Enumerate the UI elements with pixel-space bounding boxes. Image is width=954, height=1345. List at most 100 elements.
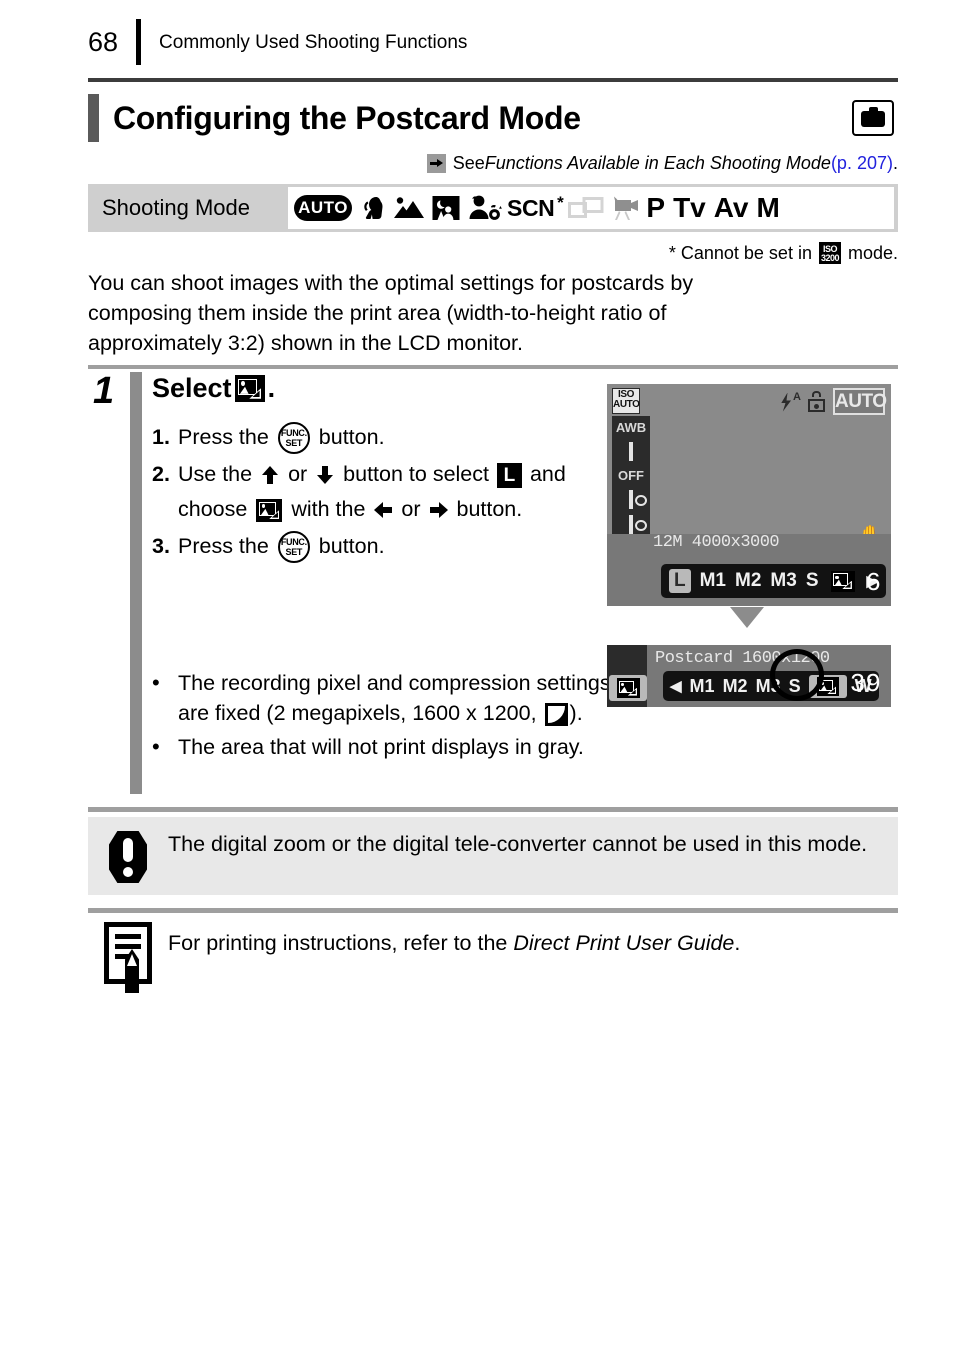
note-text-prefix: For printing instructions, refer to the bbox=[168, 931, 514, 955]
down-arrow-icon bbox=[315, 465, 335, 485]
highlight-circle bbox=[770, 649, 824, 701]
page-number: 68 bbox=[88, 26, 119, 57]
bullet-list: • The recording pixel and compression se… bbox=[152, 668, 612, 766]
substep-text: Press the FUNC. SET button. bbox=[178, 420, 582, 455]
pasm-mode-icons: P Tv Av M bbox=[646, 192, 779, 224]
section-title-row: Configuring the Postcard Mode bbox=[88, 92, 898, 144]
shutter-priority-mode-icon: Tv bbox=[673, 192, 706, 223]
warning-text: The digital zoom or the digital tele-con… bbox=[168, 832, 868, 856]
red-eye-reduction-icon bbox=[807, 390, 826, 413]
bullet-text: The recording pixel and compression sett… bbox=[178, 668, 612, 728]
substep-list: 1. Press the FUNC. SET button. 2. Use the… bbox=[152, 420, 582, 566]
note-icon-wrap bbox=[88, 922, 168, 993]
substep-3: 3. Press the FUNC. SET button. bbox=[152, 529, 582, 564]
step-divider bbox=[88, 365, 898, 369]
running-header: 68 Commonly Used Shooting Functions bbox=[88, 16, 898, 68]
shooting-mode-label: Shooting Mode bbox=[102, 195, 250, 220]
warning-box: The digital zoom or the digital tele-con… bbox=[88, 817, 898, 895]
bullet-text-b: ). bbox=[569, 701, 583, 725]
see-also-reference: See Functions Available in Each Shooting… bbox=[88, 150, 898, 176]
shooting-mode-bar: Shooting Mode AUTO SCN * P Tv Av M bbox=[88, 184, 898, 232]
note-pencil-icon bbox=[104, 922, 152, 993]
postcard-mode-icon[interactable] bbox=[830, 570, 855, 592]
substep-select-text: button to select bbox=[343, 462, 489, 486]
menu-item-m2[interactable]: M2 bbox=[735, 570, 761, 592]
left-arrow-icon bbox=[373, 500, 393, 520]
step-number: 1 bbox=[93, 370, 115, 412]
footnote-suffix: mode. bbox=[847, 242, 898, 263]
down-arrow-icon bbox=[730, 607, 764, 628]
note-text-suffix: . bbox=[734, 931, 741, 955]
header-divider bbox=[88, 78, 898, 82]
postcard-mode-icon bbox=[256, 498, 283, 522]
substep-text-a: Press the bbox=[178, 425, 269, 449]
substep-number: 1. bbox=[152, 425, 170, 449]
substep-or-1: or bbox=[288, 462, 308, 486]
metering-mode-icon bbox=[612, 515, 650, 534]
auto-mode-icon: AUTO bbox=[294, 195, 352, 221]
menu-item-m1[interactable]: M1 bbox=[690, 676, 715, 697]
substep-number: 2. bbox=[152, 462, 170, 486]
bullet-marker: • bbox=[152, 734, 160, 759]
flash-auto-icon: A bbox=[780, 391, 801, 413]
right-arrow-icon bbox=[429, 500, 449, 520]
substep-with-the: with the bbox=[291, 497, 366, 521]
note-text: For printing instructions, refer to the … bbox=[168, 922, 898, 958]
substep-or-2: or bbox=[401, 497, 421, 521]
substep-text: Press the FUNC. SET button. bbox=[178, 529, 582, 564]
substep-use-the: Use the bbox=[178, 462, 253, 486]
menu-item-m3[interactable]: M3 bbox=[770, 570, 796, 592]
lcd-status-icons: A AUTO bbox=[780, 388, 887, 415]
iso-3200-icon: ISO 3200 bbox=[818, 242, 841, 264]
substep-text-b: button. bbox=[318, 425, 385, 449]
substep-number: 3. bbox=[152, 534, 170, 558]
substep-text-a: Press the bbox=[178, 534, 269, 558]
up-arrow-icon bbox=[260, 465, 280, 485]
step-heading-text: Select bbox=[152, 373, 232, 403]
exclamation-icon bbox=[109, 831, 147, 883]
lcd-screen-before: ISOAUTO AWB OFF L A AUTO ✋ 12M 4000x3000 bbox=[607, 384, 891, 606]
white-balance-icon: AWB bbox=[615, 420, 647, 435]
see-also-reference-title: Functions Available in Each Shooting Mod… bbox=[484, 152, 831, 173]
note-box: For printing instructions, refer to the … bbox=[88, 918, 898, 1008]
warning-icon-wrap bbox=[88, 829, 168, 883]
aperture-priority-mode-icon: Av bbox=[713, 192, 749, 223]
warning-divider bbox=[88, 807, 898, 812]
note-guide-title: Direct Print User Guide bbox=[513, 931, 735, 955]
func-set-button-icon: FUNC. SET bbox=[277, 422, 310, 455]
substep-text: Use the or button to select L and choose… bbox=[178, 457, 582, 527]
note-divider bbox=[88, 908, 898, 913]
chevron-left-icon[interactable]: ◀ bbox=[670, 677, 682, 695]
menu-item-s[interactable]: S bbox=[806, 570, 819, 592]
resolution-menu: L M1 M2 M3 S ▶ bbox=[661, 564, 887, 598]
func-set-button-icon: FUNC. SET bbox=[277, 531, 310, 564]
fine-quality-icon bbox=[544, 702, 568, 726]
camera-icon bbox=[852, 100, 894, 136]
see-also-suffix: . bbox=[892, 152, 898, 173]
substep-text-b: button. bbox=[318, 534, 385, 558]
see-also-prefix: See bbox=[452, 152, 485, 173]
page-link[interactable]: (p. 207) bbox=[831, 153, 893, 174]
intro-paragraph: You can shoot images with the optimal se… bbox=[88, 271, 694, 355]
chapter-title: Commonly Used Shooting Functions bbox=[159, 31, 468, 53]
resolution-large-badge: L bbox=[496, 462, 522, 488]
iso-value: 3200 bbox=[820, 253, 840, 263]
shots-remaining: 6 bbox=[865, 568, 881, 598]
list-item: • The recording pixel and compression se… bbox=[152, 668, 612, 728]
right-arrow-icon bbox=[426, 153, 446, 173]
bullet-marker: • bbox=[152, 670, 160, 695]
movie-mode-icon bbox=[614, 196, 639, 220]
footnote-prefix: * Cannot be set in bbox=[668, 242, 812, 263]
mode-footnote: * Cannot be set in ISO 3200 mode. bbox=[88, 240, 898, 266]
resolution-info-line: 12M 4000x3000 bbox=[653, 533, 780, 552]
program-mode-icon: P bbox=[646, 192, 666, 223]
flash-exposure-icon bbox=[612, 490, 650, 509]
menu-item-m2[interactable]: M2 bbox=[723, 676, 748, 697]
drive-mode-off-icon: OFF bbox=[618, 468, 644, 483]
substep-button-word: button. bbox=[456, 497, 523, 521]
menu-item-m1[interactable]: M1 bbox=[700, 570, 726, 592]
manual-mode-icon: M bbox=[756, 192, 780, 223]
stitch-assist-mode-icon bbox=[568, 197, 604, 218]
shots-remaining: 39 bbox=[849, 669, 881, 699]
menu-item-l[interactable]: L bbox=[669, 569, 691, 593]
